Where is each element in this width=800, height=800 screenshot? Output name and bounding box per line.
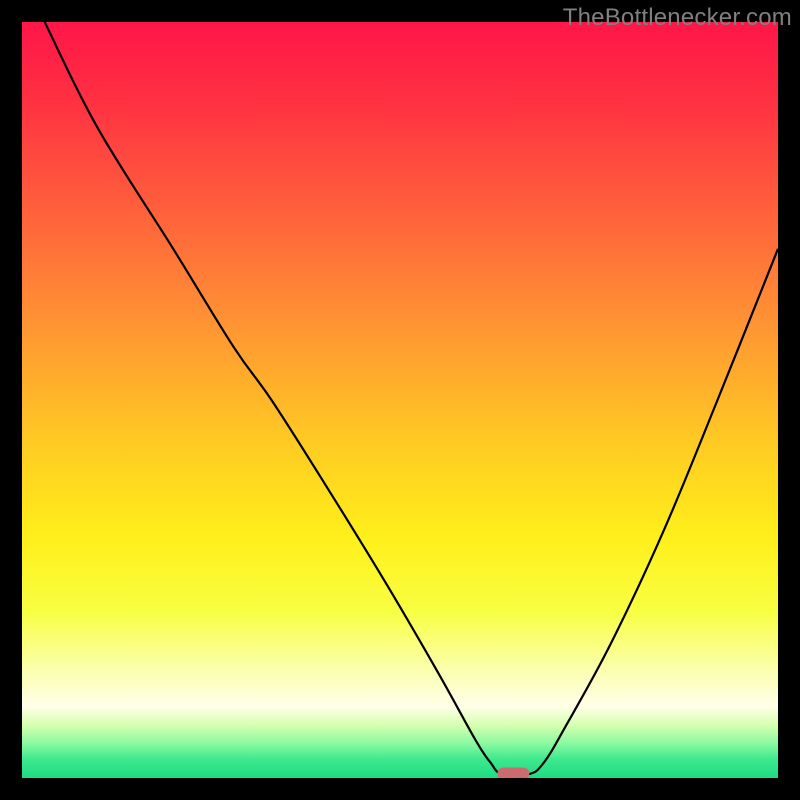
optimum-marker [497,767,529,778]
bottleneck-chart [22,22,778,778]
watermark-text: TheBottlenecker.com [563,4,792,32]
chart-frame: TheBottlenecker.com [0,0,800,800]
chart-background [22,22,778,778]
